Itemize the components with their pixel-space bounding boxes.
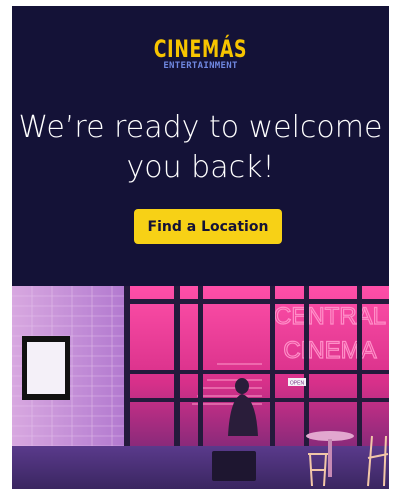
neon-sign-central: CENTRAL — [274, 303, 386, 330]
cinema-storefront-photo: CENTRAL CINEMA OPEN — [12, 286, 389, 489]
table-leg — [328, 439, 332, 477]
person-head — [235, 378, 249, 394]
logo-wordmark: CINEMÁS — [153, 35, 248, 63]
poster-lightbox — [27, 342, 65, 394]
find-location-button[interactable]: Find a Location — [134, 209, 282, 244]
door-sign-label: OPEN — [290, 381, 305, 387]
email-card: CINEMÁS ENTERTAINMENT We’re ready to wel… — [12, 6, 389, 489]
hero-headline: We’re ready to welcome you back! — [18, 110, 383, 185]
hero-section: CINEMÁS ENTERTAINMENT We’re ready to wel… — [12, 6, 389, 286]
neon-sign-cinema: CINEMA — [283, 337, 376, 364]
cinemas-logo[interactable]: CINEMÁS ENTERTAINMENT — [12, 37, 389, 71]
sidewalk — [12, 446, 389, 489]
bench — [212, 451, 256, 481]
